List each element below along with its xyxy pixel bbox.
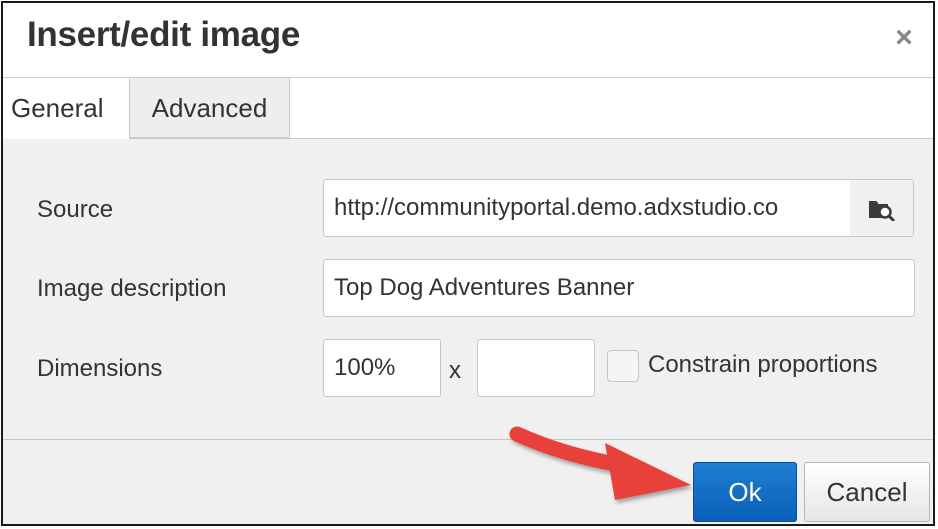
browse-button[interactable] <box>850 179 914 237</box>
dimensions-separator: x <box>449 357 461 384</box>
general-panel: Source http://communityportal.demo.adxst… <box>3 139 933 440</box>
cancel-button[interactable]: Cancel <box>804 462 930 522</box>
ok-button[interactable]: Ok <box>693 462 797 522</box>
dimensions-label: Dimensions <box>37 355 163 382</box>
tab-advanced[interactable]: Advanced <box>130 78 290 138</box>
dialog-title: Insert/edit image <box>27 15 301 54</box>
tab-general[interactable]: General <box>3 78 130 139</box>
source-label: Source <box>37 196 114 223</box>
dialog-titlebar: Insert/edit image × <box>3 3 933 78</box>
folder-search-icon <box>869 201 896 221</box>
insert-edit-image-dialog: Insert/edit image × General Advanced Sou… <box>1 1 935 526</box>
source-input[interactable]: http://communityportal.demo.adxstudio.co <box>323 179 851 237</box>
constrain-proportions-label[interactable]: Constrain proportions <box>648 351 877 379</box>
constrain-proportions-checkbox[interactable] <box>607 350 639 382</box>
height-input[interactable] <box>477 339 595 397</box>
tab-bar: General Advanced <box>3 78 933 139</box>
close-icon[interactable]: × <box>889 23 919 53</box>
image-description-label: Image description <box>37 275 227 302</box>
width-input[interactable]: 100% <box>323 339 441 397</box>
image-description-input[interactable]: Top Dog Adventures Banner <box>323 259 915 317</box>
dialog-footer: Ok Cancel <box>3 440 933 524</box>
